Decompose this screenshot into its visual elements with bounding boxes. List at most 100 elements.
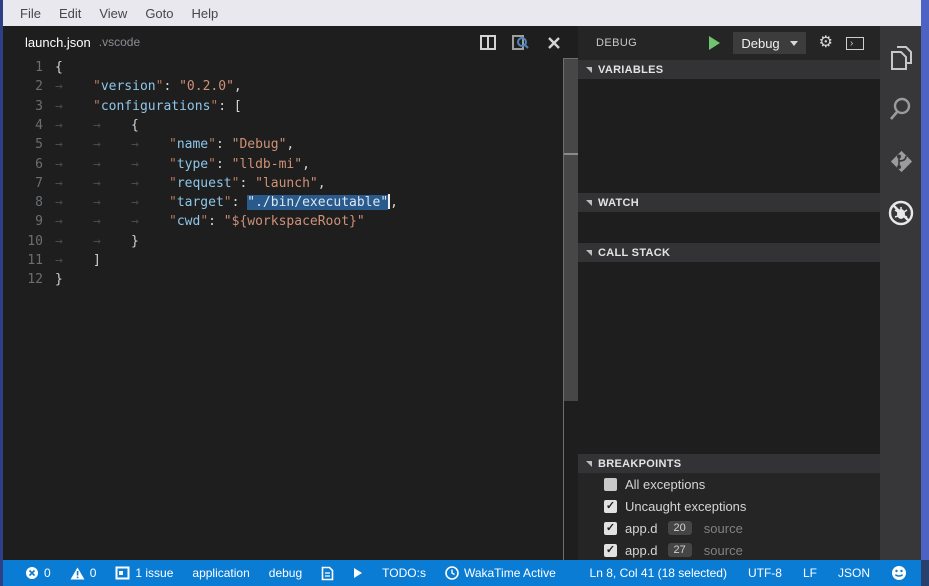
issues-status[interactable]: 1 issue bbox=[115, 566, 173, 580]
checkbox-checked[interactable]: ✓ bbox=[604, 500, 617, 513]
source-control-icon[interactable] bbox=[880, 141, 921, 181]
line-number: 12 bbox=[3, 270, 43, 289]
checkbox-checked[interactable]: ✓ bbox=[604, 522, 617, 535]
editor-tab-bar[interactable]: launch.json .vscode bbox=[3, 26, 578, 58]
build-mode-status[interactable]: debug bbox=[269, 566, 302, 580]
line-number: 1 bbox=[3, 58, 43, 77]
tab-whitespace-arrow: → bbox=[55, 193, 93, 212]
code-line-8[interactable]: →→→"target": "./bin/executable", bbox=[55, 193, 398, 212]
chevron-down-icon bbox=[790, 41, 798, 46]
section-header-breakpoints[interactable]: BREAKPOINTS bbox=[578, 454, 880, 473]
configure-gear-icon[interactable]: ⚙ bbox=[819, 35, 833, 51]
tab-whitespace-arrow: → bbox=[131, 193, 169, 212]
breakpoint-row[interactable]: ✓app.d20source bbox=[578, 517, 880, 539]
code-token: "${workspaceRoot}" bbox=[224, 214, 365, 229]
error-count[interactable]: 0 bbox=[25, 566, 51, 580]
section-header-watch[interactable]: WATCH bbox=[578, 193, 880, 212]
menu-item-view[interactable]: View bbox=[90, 6, 136, 21]
code-line-5[interactable]: →→→"name": "Debug", bbox=[55, 135, 294, 154]
debug-icon[interactable] bbox=[880, 193, 921, 233]
menu-item-goto[interactable]: Goto bbox=[136, 6, 182, 21]
search-icon[interactable] bbox=[880, 89, 921, 129]
code-token: ] bbox=[93, 253, 101, 268]
menu-item-help[interactable]: Help bbox=[183, 6, 228, 21]
close-editor-icon[interactable] bbox=[545, 34, 562, 51]
code-token: name bbox=[177, 137, 208, 152]
code-line-12[interactable]: } bbox=[55, 270, 63, 289]
menu-item-edit[interactable]: Edit bbox=[50, 6, 90, 21]
tab-whitespace-arrow: → bbox=[93, 232, 131, 251]
code-line-3[interactable]: →"configurations": [ bbox=[55, 97, 242, 116]
section-header-variables[interactable]: VARIABLES bbox=[578, 60, 880, 79]
breakpoint-row[interactable]: ✓Uncaught exceptions bbox=[578, 495, 880, 517]
menu-bar: FileEditViewGotoHelp bbox=[3, 0, 921, 26]
files-icon[interactable] bbox=[880, 38, 921, 78]
code-token: type bbox=[177, 157, 208, 172]
code-line-7[interactable]: →→→"request": "launch", bbox=[55, 174, 326, 193]
split-editor-icon[interactable] bbox=[479, 34, 496, 51]
start-debug-button[interactable] bbox=[709, 36, 720, 50]
breakpoint-label: All exceptions bbox=[625, 477, 705, 492]
language-mode[interactable]: JSON bbox=[838, 566, 870, 580]
code-token: target bbox=[177, 195, 224, 210]
section-label: WATCH bbox=[598, 197, 639, 209]
code-token: : bbox=[216, 157, 232, 172]
vscode-window: FileEditViewGotoHelp launch.json .vscode… bbox=[0, 0, 929, 586]
code-line-6[interactable]: →→→"type": "lldb-mi", bbox=[55, 155, 310, 174]
tab-whitespace-arrow: → bbox=[93, 212, 131, 231]
todo-status[interactable]: TODO:s bbox=[382, 566, 426, 580]
collapse-triangle-icon bbox=[586, 200, 592, 206]
document-icon[interactable] bbox=[321, 566, 334, 581]
section-header-call-stack[interactable]: CALL STACK bbox=[578, 243, 880, 262]
line-number: 7 bbox=[3, 174, 43, 193]
code-line-1[interactable]: { bbox=[55, 58, 63, 77]
wakatime-status[interactable]: WakaTime Active bbox=[445, 566, 556, 580]
checkbox-unchecked[interactable]: ✓ bbox=[604, 478, 617, 491]
line-number: 11 bbox=[3, 251, 43, 270]
code-line-9[interactable]: →→→"cwd": "${workspaceRoot}" bbox=[55, 212, 365, 231]
collapse-triangle-icon bbox=[586, 67, 592, 73]
tab-filename[interactable]: launch.json bbox=[25, 35, 91, 50]
project-status[interactable]: application bbox=[192, 566, 249, 580]
code-token: configurations bbox=[101, 99, 211, 114]
section-label: CALL STACK bbox=[598, 247, 670, 259]
code-token: " bbox=[208, 157, 216, 172]
run-task-icon[interactable] bbox=[353, 567, 363, 579]
line-number: 3 bbox=[3, 97, 43, 116]
line-number: 5 bbox=[3, 135, 43, 154]
breakpoint-row[interactable]: ✓ All exceptions bbox=[578, 473, 880, 495]
code-token: " bbox=[169, 195, 177, 210]
tab-whitespace-arrow: → bbox=[55, 232, 93, 251]
window-border-right bbox=[921, 0, 929, 560]
code-line-11[interactable]: →] bbox=[55, 251, 101, 270]
code-line-4[interactable]: →→{ bbox=[55, 116, 139, 135]
debug-config-dropdown[interactable]: Debug bbox=[733, 32, 805, 54]
tab-whitespace-arrow: → bbox=[55, 155, 93, 174]
tab-whitespace-arrow: → bbox=[55, 135, 93, 154]
debug-console-icon[interactable]: › bbox=[846, 37, 864, 50]
encoding-status[interactable]: UTF-8 bbox=[748, 566, 782, 580]
code-token: } bbox=[55, 272, 63, 287]
code-line-2[interactable]: →"version": "0.2.0", bbox=[55, 77, 242, 96]
code-line-10[interactable]: →→} bbox=[55, 232, 139, 251]
section-label: BREAKPOINTS bbox=[598, 458, 681, 470]
feedback-smiley-icon[interactable] bbox=[891, 565, 907, 581]
warning-count[interactable]: 0 bbox=[70, 566, 97, 580]
status-bar: 0 0 1 issue application debug TODO:s Wak… bbox=[3, 560, 921, 586]
editor-pane: launch.json .vscode 123456789101112 {→"v… bbox=[3, 26, 578, 560]
cursor-position[interactable]: Ln 8, Col 41 (18 selected) bbox=[590, 566, 727, 580]
tab-whitespace-arrow: → bbox=[55, 97, 93, 116]
open-preview-icon[interactable] bbox=[512, 34, 529, 51]
menu-item-file[interactable]: File bbox=[11, 6, 50, 21]
code-token: { bbox=[55, 60, 63, 75]
code-token: request bbox=[177, 176, 232, 191]
breakpoint-row[interactable]: ✓app.d27source bbox=[578, 539, 880, 561]
line-number: 10 bbox=[3, 232, 43, 251]
breakpoint-source: source bbox=[704, 521, 743, 536]
line-number: 8 bbox=[3, 193, 43, 212]
eol-status[interactable]: LF bbox=[803, 566, 817, 580]
code-token: , bbox=[318, 176, 326, 191]
checkbox-checked[interactable]: ✓ bbox=[604, 544, 617, 557]
code-token: " bbox=[169, 137, 177, 152]
clock-icon bbox=[445, 566, 459, 580]
